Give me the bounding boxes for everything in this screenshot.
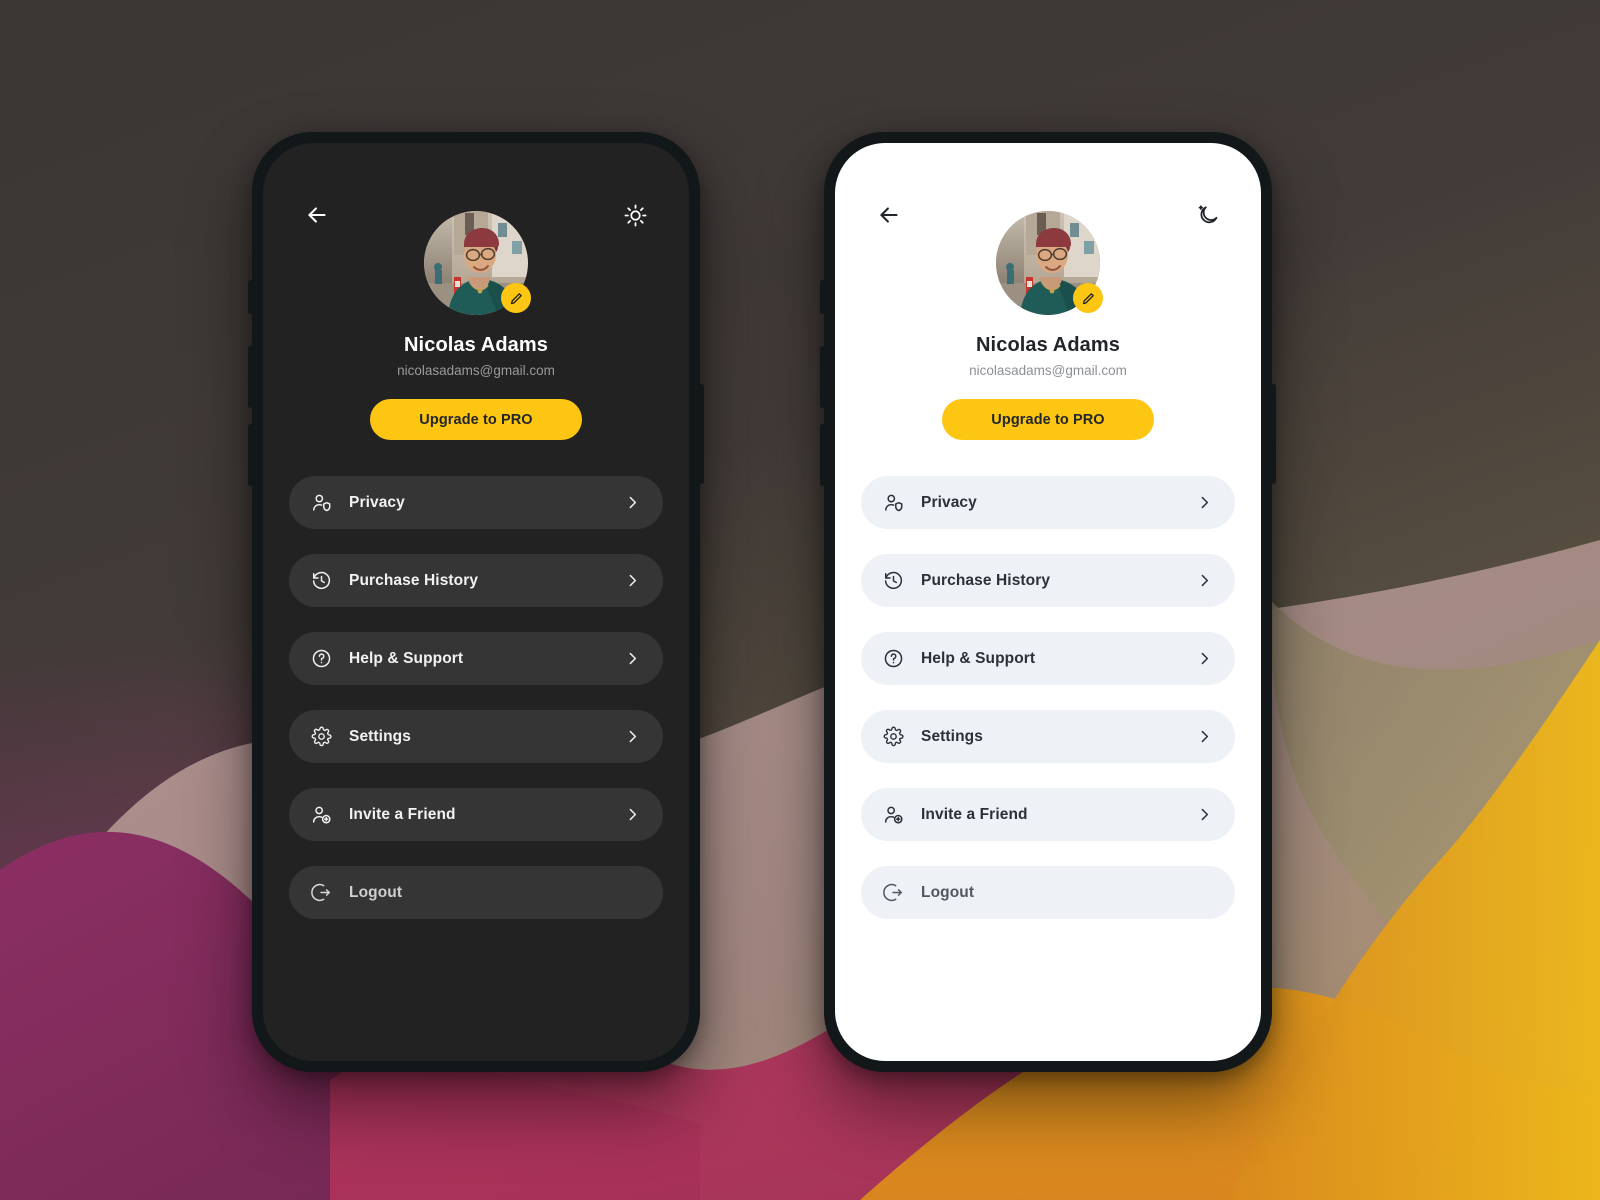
logout-icon bbox=[308, 880, 334, 906]
menu-item-logout[interactable]: Logout bbox=[861, 866, 1235, 919]
menu-item-help-support[interactable]: Help & Support bbox=[289, 632, 663, 685]
profile-name: Nicolas Adams bbox=[976, 334, 1120, 356]
menu-item-label: Purchase History bbox=[349, 571, 479, 589]
profile-section: Nicolas Adams nicolasadams@gmail.com Upg… bbox=[835, 143, 1261, 440]
arrow-left-icon bbox=[308, 207, 326, 223]
menu-item-label: Invite a Friend bbox=[349, 805, 456, 823]
menu-item-label: Privacy bbox=[921, 493, 977, 511]
arrow-left-icon bbox=[880, 207, 898, 223]
menu-item-help-support[interactable]: Help & Support bbox=[861, 632, 1235, 685]
menu-item-label: Purchase History bbox=[921, 571, 1051, 589]
menu-item-label: Help & Support bbox=[921, 649, 1036, 667]
moon-sparkle-icon bbox=[1198, 204, 1217, 223]
edit-avatar-button[interactable] bbox=[1073, 283, 1103, 313]
menu-list-light: Privacy Purchase History Help & Support … bbox=[835, 476, 1261, 919]
theme-toggle-button[interactable] bbox=[1187, 195, 1227, 235]
menu-item-label: Help & Support bbox=[349, 649, 464, 667]
sun-icon bbox=[624, 204, 646, 226]
screen-light: Nicolas Adams nicolasadams@gmail.com Upg… bbox=[835, 143, 1261, 1061]
logout-icon bbox=[880, 880, 906, 906]
edit-avatar-button[interactable] bbox=[501, 283, 531, 313]
menu-item-label: Logout bbox=[349, 883, 403, 901]
silent-switch[interactable] bbox=[248, 280, 253, 314]
back-button[interactable] bbox=[297, 195, 337, 235]
chevron-right-icon bbox=[1195, 806, 1213, 824]
menu-item-label: Invite a Friend bbox=[921, 805, 1028, 823]
phone-dark: Nicolas Adams nicolasadams@gmail.com Upg… bbox=[248, 132, 704, 1072]
top-bar bbox=[835, 195, 1261, 235]
chevron-right-icon bbox=[623, 728, 641, 746]
power-button[interactable] bbox=[1271, 384, 1276, 484]
clock-history-icon bbox=[308, 568, 334, 594]
person-shield-icon bbox=[880, 490, 906, 516]
back-button[interactable] bbox=[869, 195, 909, 235]
menu-item-privacy[interactable]: Privacy bbox=[289, 476, 663, 529]
gear-icon bbox=[308, 724, 334, 750]
gear-icon bbox=[880, 724, 906, 750]
question-circle-icon bbox=[880, 646, 906, 672]
volume-up-button[interactable] bbox=[248, 346, 253, 408]
upgrade-to-pro-button[interactable]: Upgrade to PRO bbox=[370, 399, 582, 440]
volume-down-button[interactable] bbox=[820, 424, 825, 486]
power-button[interactable] bbox=[699, 384, 704, 484]
chevron-right-icon bbox=[623, 494, 641, 512]
chevron-right-icon bbox=[623, 572, 641, 590]
menu-item-label: Logout bbox=[921, 883, 975, 901]
question-circle-icon bbox=[308, 646, 334, 672]
menu-item-logout[interactable]: Logout bbox=[289, 866, 663, 919]
screen-dark: Nicolas Adams nicolasadams@gmail.com Upg… bbox=[263, 143, 689, 1061]
profile-section: Nicolas Adams nicolasadams@gmail.com Upg… bbox=[263, 143, 689, 440]
profile-name: Nicolas Adams bbox=[404, 334, 548, 356]
upgrade-to-pro-button[interactable]: Upgrade to PRO bbox=[942, 399, 1154, 440]
volume-down-button[interactable] bbox=[248, 424, 253, 486]
phone-light: Nicolas Adams nicolasadams@gmail.com Upg… bbox=[820, 132, 1276, 1072]
chevron-right-icon bbox=[623, 650, 641, 668]
person-plus-icon bbox=[880, 802, 906, 828]
profile-email: nicolasadams@gmail.com bbox=[969, 363, 1127, 378]
menu-item-purchase-history[interactable]: Purchase History bbox=[861, 554, 1235, 607]
menu-item-settings[interactable]: Settings bbox=[289, 710, 663, 763]
chevron-right-icon bbox=[1195, 728, 1213, 746]
menu-item-purchase-history[interactable]: Purchase History bbox=[289, 554, 663, 607]
menu-item-invite-a-friend[interactable]: Invite a Friend bbox=[289, 788, 663, 841]
person-shield-icon bbox=[308, 490, 334, 516]
menu-item-invite-a-friend[interactable]: Invite a Friend bbox=[861, 788, 1235, 841]
menu-item-label: Privacy bbox=[349, 493, 405, 511]
theme-toggle-button[interactable] bbox=[615, 195, 655, 235]
pencil-icon bbox=[510, 292, 522, 304]
silent-switch[interactable] bbox=[820, 280, 825, 314]
background-artwork bbox=[0, 0, 1600, 1200]
chevron-right-icon bbox=[1195, 650, 1213, 668]
volume-up-button[interactable] bbox=[820, 346, 825, 408]
menu-item-label: Settings bbox=[349, 727, 411, 745]
profile-email: nicolasadams@gmail.com bbox=[397, 363, 555, 378]
menu-list-dark: Privacy Purchase History Help & Support … bbox=[263, 476, 689, 919]
menu-item-label: Settings bbox=[921, 727, 983, 745]
chevron-right-icon bbox=[1195, 494, 1213, 512]
pencil-icon bbox=[1082, 292, 1094, 304]
menu-item-settings[interactable]: Settings bbox=[861, 710, 1235, 763]
chevron-right-icon bbox=[623, 806, 641, 824]
chevron-right-icon bbox=[1195, 572, 1213, 590]
background-waves bbox=[0, 540, 1600, 1200]
clock-history-icon bbox=[880, 568, 906, 594]
menu-item-privacy[interactable]: Privacy bbox=[861, 476, 1235, 529]
person-plus-icon bbox=[308, 802, 334, 828]
top-bar bbox=[263, 195, 689, 235]
